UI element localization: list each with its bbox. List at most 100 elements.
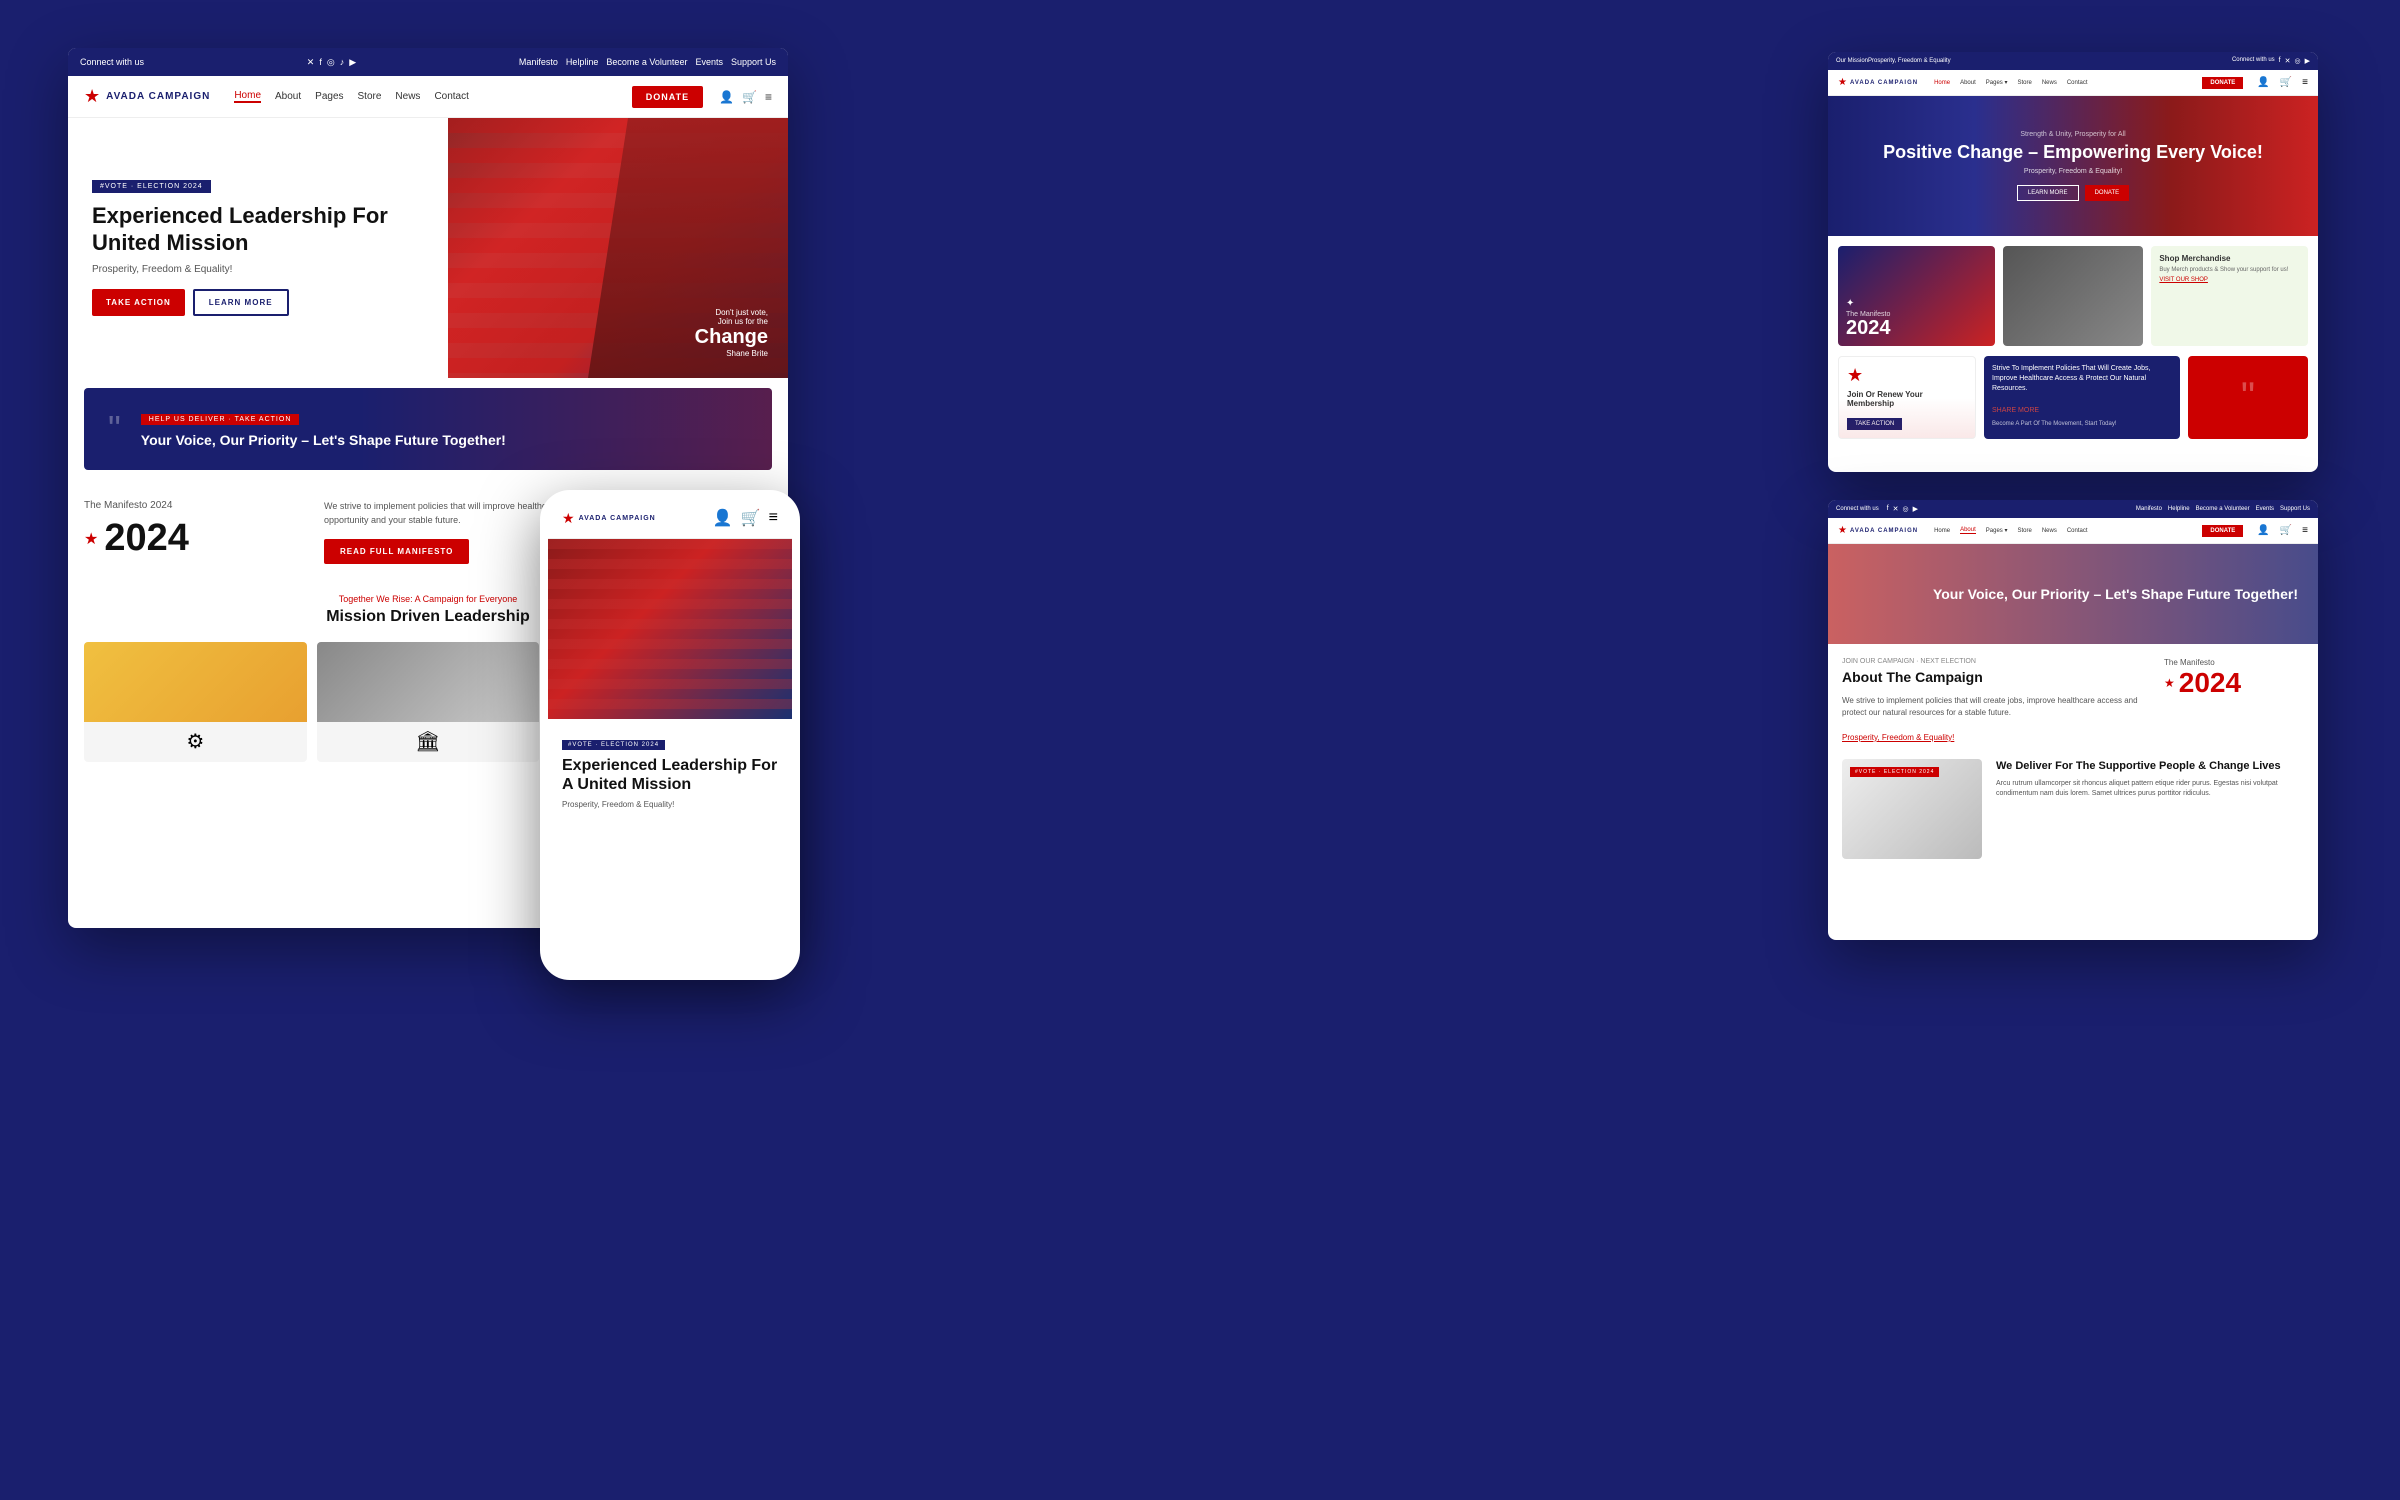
topbar-manifesto[interactable]: Manifesto <box>519 57 558 67</box>
phone-nav-icons: 👤 🛒 ≡ <box>713 508 778 528</box>
youtube-icon[interactable]: ▶ <box>349 57 356 68</box>
dt-nav-news[interactable]: News <box>2042 80 2057 86</box>
dt-manifesto-star-icon: ✦ <box>1846 298 1987 309</box>
tiktok-icon[interactable]: ♪ <box>340 57 345 68</box>
mission-card-1: ⚙ <box>84 642 307 762</box>
br-fb-icon[interactable]: f <box>1887 505 1889 513</box>
phone-user-icon[interactable]: 👤 <box>713 508 733 528</box>
br-nav-about[interactable]: About <box>1960 527 1976 534</box>
dt-donate-button[interactable]: DONATE <box>2202 77 2243 89</box>
br-prosperity-link[interactable]: Prosperity, Freedom & Equality! <box>1842 733 1954 742</box>
phone-menu-icon[interactable]: ≡ <box>769 509 778 527</box>
quote-text: Your Voice, Our Priority – Let's Shape F… <box>141 431 506 449</box>
br-user-icon[interactable]: 👤 <box>2257 525 2269 536</box>
br-nav: ★ AVADA CAMPAIGN Home About Pages ▾ Stor… <box>1828 518 2318 544</box>
instagram-icon[interactable]: ◎ <box>327 57 335 68</box>
mission-card-2: 🏛 <box>317 642 540 762</box>
br-topbar-events[interactable]: Events <box>2256 506 2274 512</box>
topbar-volunteer[interactable]: Become a Volunteer <box>606 57 687 67</box>
dt-nav-about[interactable]: About <box>1960 80 1976 86</box>
br-section-label: JOIN OUR CAMPAIGN · NEXT ELECTION <box>1842 658 2148 665</box>
donate-button[interactable]: DONATE <box>632 86 703 108</box>
dt-topbar-prosperity: Prosperity, Freedom & Equality <box>1868 58 1951 64</box>
phone-star-icon: ★ <box>562 510 575 527</box>
dt-ig-icon[interactable]: ◎ <box>2295 57 2301 65</box>
dt-learn-more-btn[interactable]: LEARN MORE <box>2017 185 2079 201</box>
dt-nav-home[interactable]: Home <box>1934 80 1950 86</box>
cart-icon[interactable]: 🛒 <box>742 90 757 104</box>
nav-pages[interactable]: Pages <box>315 91 343 102</box>
br-manifesto-star-icon: ★ <box>2164 676 2175 690</box>
br-nav-store[interactable]: Store <box>2017 528 2031 534</box>
dt-person-card <box>2003 246 2144 346</box>
br-content-text: We strive to implement policies that wil… <box>1842 695 2148 719</box>
gear-icon: ⚙ <box>186 729 204 754</box>
menu-icon[interactable]: ≡ <box>765 90 772 104</box>
br-logo-text: AVADA CAMPAIGN <box>1850 528 1918 534</box>
br-menu-icon[interactable]: ≡ <box>2302 525 2308 536</box>
learn-more-button[interactable]: LEARN MORE <box>193 289 289 316</box>
take-action-button[interactable]: TAKE ACTION <box>92 289 185 316</box>
br-manifesto-label: The Manifesto <box>2164 658 2304 667</box>
dt-cards: ✦ The Manifesto 2024 Shop Merchandise Bu… <box>1828 236 2318 356</box>
phone-logo[interactable]: ★ AVADA CAMPAIGN <box>562 510 656 527</box>
hero-overlay: Don't just vote, Join us for the Change … <box>695 308 768 358</box>
br-nav-pages[interactable]: Pages ▾ <box>1986 527 2008 534</box>
br-ig-icon[interactable]: ◎ <box>1903 505 1909 513</box>
br-logo[interactable]: ★ AVADA CAMPAIGN <box>1838 525 1918 536</box>
dt-donate-hero-btn[interactable]: DONATE <box>2085 185 2130 201</box>
br-yt-icon[interactable]: ▶ <box>1913 505 1918 513</box>
nav-logo[interactable]: ★ AVADA CAMPAIGN <box>84 86 210 107</box>
phone-logo-text: AVADA CAMPAIGN <box>579 515 656 522</box>
dt-yt-icon[interactable]: ▶ <box>2305 57 2310 65</box>
nav-about[interactable]: About <box>275 91 301 102</box>
manifesto-left: The Manifesto 2024 ★ 2024 <box>84 500 304 564</box>
dt-logo[interactable]: ★ AVADA CAMPAIGN <box>1838 77 1918 88</box>
br-nav-contact[interactable]: Contact <box>2067 528 2088 534</box>
br-hero: Your Voice, Our Priority – Let's Shape F… <box>1828 544 2318 644</box>
dt-nav-store[interactable]: Store <box>2017 80 2031 86</box>
dt-nav-contact[interactable]: Contact <box>2067 80 2088 86</box>
dt-cart-icon[interactable]: 🛒 <box>2280 77 2292 88</box>
topbar-support[interactable]: Support Us <box>731 57 776 67</box>
nav-news[interactable]: News <box>395 91 420 102</box>
facebook-icon[interactable]: f <box>319 57 322 68</box>
br-topbar-support[interactable]: Support Us <box>2280 506 2310 512</box>
topbar-helpline[interactable]: Helpline <box>566 57 599 67</box>
hero-title: Experienced Leadership For United Missio… <box>92 203 424 256</box>
dt-nav-pages[interactable]: Pages ▾ <box>1986 79 2008 86</box>
quote-icon: " <box>108 408 121 450</box>
br-donate-button[interactable]: DONATE <box>2202 525 2243 537</box>
br-nav-home[interactable]: Home <box>1934 528 1950 534</box>
dt-fb-icon[interactable]: f <box>2279 57 2281 65</box>
dt-x-icon[interactable]: ✕ <box>2285 57 2291 65</box>
br-topbar-manifesto[interactable]: Manifesto <box>2136 506 2162 512</box>
hero-buttons: TAKE ACTION LEARN MORE <box>92 289 424 316</box>
dt-merch-link[interactable]: VISIT OUR SHOP <box>2159 277 2300 283</box>
br-x-icon[interactable]: ✕ <box>1893 505 1899 513</box>
br-cart-icon[interactable]: 🛒 <box>2280 525 2292 536</box>
dt-policies-link[interactable]: SHARE MORE <box>1992 407 2039 414</box>
nav-store[interactable]: Store <box>358 91 382 102</box>
dt-quote-icon: " <box>2241 375 2255 420</box>
nav-home[interactable]: Home <box>234 90 261 103</box>
dt-topbar-mission: Our Mission <box>1836 58 1868 64</box>
dt-menu-icon[interactable]: ≡ <box>2302 77 2308 88</box>
dt-quote-card: " <box>2188 356 2308 439</box>
topbar-events[interactable]: Events <box>695 57 723 67</box>
br-topbar-volunteer[interactable]: Become a Volunteer <box>2196 506 2250 512</box>
br-nav-news[interactable]: News <box>2042 528 2057 534</box>
building-icon: 🏛 <box>415 729 440 754</box>
dt-hero-tagline: Prosperity, Freedom & Equality! <box>2024 168 2122 175</box>
phone-cart-icon[interactable]: 🛒 <box>741 508 761 528</box>
br-sidebar: The Manifesto ★ 2024 <box>2164 658 2304 745</box>
br-topbar-helpline[interactable]: Helpline <box>2168 506 2190 512</box>
x-icon[interactable]: ✕ <box>307 57 315 68</box>
quote-label: HELP US DELIVER · TAKE ACTION <box>141 414 300 425</box>
user-icon[interactable]: 👤 <box>719 90 734 104</box>
read-manifesto-button[interactable]: READ FULL MANIFESTO <box>324 539 469 564</box>
nav-contact[interactable]: Contact <box>434 91 468 102</box>
dt-hero: Strength & Unity, Prosperity for All Pos… <box>1828 96 2318 236</box>
dt-user-icon[interactable]: 👤 <box>2257 77 2269 88</box>
dt-merch-card: Shop Merchandise Buy Merch products & Sh… <box>2151 246 2308 346</box>
